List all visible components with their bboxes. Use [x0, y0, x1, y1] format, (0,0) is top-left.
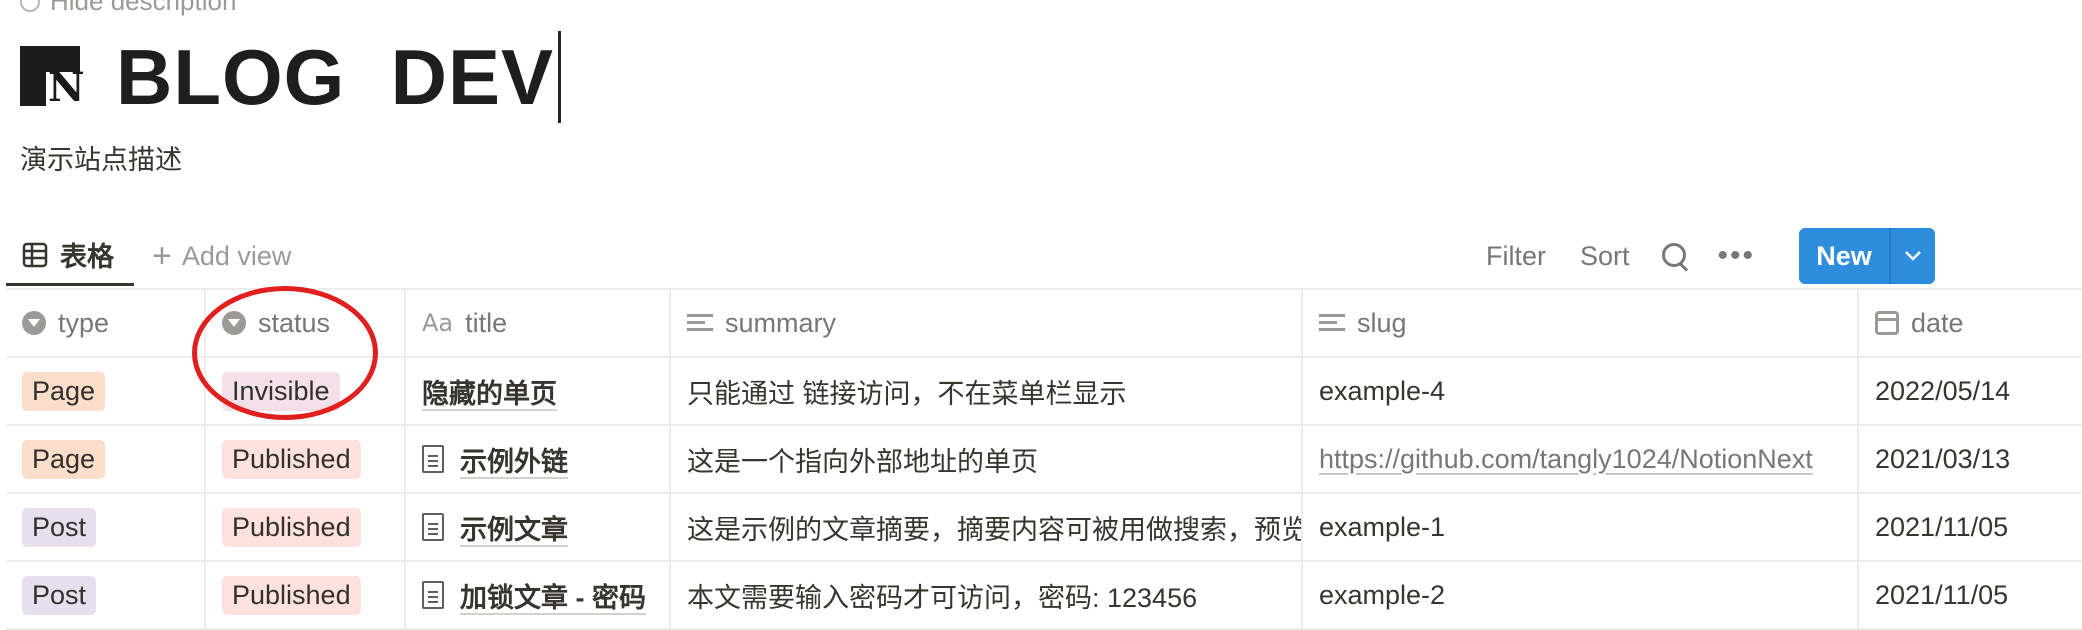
cell-slug[interactable]: example-2: [1303, 562, 1859, 628]
database-toolbar: Filter Sort ••• New: [1486, 226, 1936, 286]
cell-status[interactable]: Published: [206, 494, 406, 560]
cell-summary[interactable]: 只能通过 链接访问，不在菜单栏显示: [671, 358, 1303, 424]
info-icon: [20, 0, 40, 12]
column-header-title[interactable]: Aa title: [406, 290, 671, 356]
table-icon: [22, 242, 48, 267]
page-icon: [422, 581, 444, 609]
type-tag: Page: [22, 439, 106, 479]
table-row[interactable]: Post Published 加锁文章 - 密码 本文需要输入密码才可访问，密码…: [6, 562, 2082, 630]
cell-slug[interactable]: https://github.com/tangly1024/NotionNext: [1303, 426, 1859, 492]
new-button[interactable]: New: [1799, 228, 1889, 284]
table-row[interactable]: Page Published 示例外链 这是一个指向外部地址的单页 https:…: [6, 426, 2082, 494]
cell-title[interactable]: 示例外链: [406, 426, 671, 492]
status-badge: Published: [222, 507, 361, 547]
row-title[interactable]: 示例文章: [460, 508, 568, 547]
status-badge: Published: [222, 575, 361, 615]
sort-button[interactable]: Sort: [1580, 241, 1630, 272]
cell-summary[interactable]: 这是示例的文章摘要，摘要内容可被用做搜索，预览: [671, 494, 1303, 560]
calendar-icon: [1875, 311, 1899, 335]
cell-date[interactable]: 2021/03/13: [1859, 426, 2082, 492]
cell-type[interactable]: Post: [6, 494, 206, 560]
table-row[interactable]: Post Published 示例文章 这是示例的文章摘要，摘要内容可被用做搜索…: [6, 494, 2082, 562]
page-title[interactable]: BLOG DEV: [116, 32, 554, 122]
filter-button[interactable]: Filter: [1486, 241, 1546, 272]
annotation-circle: [192, 286, 378, 420]
view-bar: 表格 + Add view Filter Sort ••• New: [6, 226, 2082, 290]
cell-type[interactable]: Page: [6, 426, 206, 492]
page-icon: [422, 445, 444, 473]
cell-summary[interactable]: 本文需要输入密码才可访问，密码: 123456: [671, 562, 1303, 628]
cell-slug[interactable]: example-1: [1303, 494, 1859, 560]
cell-status[interactable]: Published: [206, 426, 406, 492]
type-tag: Page: [22, 371, 106, 411]
row-title[interactable]: 隐藏的单页: [422, 372, 557, 411]
cell-date[interactable]: 2021/11/05: [1859, 494, 2082, 560]
text-lines-icon: [687, 312, 713, 334]
cell-status[interactable]: Published: [206, 562, 406, 628]
text-lines-icon: [1319, 312, 1345, 334]
cell-slug[interactable]: example-4: [1303, 358, 1859, 424]
plus-icon: +: [152, 237, 172, 275]
cell-summary[interactable]: 这是一个指向外部地址的单页: [671, 426, 1303, 492]
slug-link[interactable]: https://github.com/tangly1024/NotionNext: [1319, 444, 1813, 475]
text-cursor: [558, 31, 562, 123]
tab-table-view[interactable]: 表格: [6, 226, 134, 286]
cell-title[interactable]: 示例文章: [406, 494, 671, 560]
text-aa-icon: Aa: [422, 309, 454, 337]
page-description[interactable]: 演示站点描述: [20, 138, 182, 177]
more-options-icon[interactable]: •••: [1718, 241, 1756, 271]
column-header-date[interactable]: date: [1859, 290, 2082, 356]
column-header-type[interactable]: type: [6, 290, 206, 356]
cell-date[interactable]: 2021/11/05: [1859, 562, 2082, 628]
cell-title[interactable]: 加锁文章 - 密码: [406, 562, 671, 628]
row-title[interactable]: 加锁文章 - 密码: [460, 576, 646, 615]
add-view-button[interactable]: + Add view: [152, 226, 291, 286]
row-title[interactable]: 示例外链: [460, 440, 568, 479]
add-view-label: Add view: [181, 240, 292, 271]
tab-table-label: 表格: [60, 242, 114, 272]
search-icon[interactable]: [1660, 241, 1690, 272]
new-dropdown-button[interactable]: [1891, 228, 1935, 284]
cell-title[interactable]: 隐藏的单页: [406, 358, 671, 424]
notion-logo-icon[interactable]: N: [20, 46, 85, 108]
chevron-down-icon: [1905, 251, 1921, 261]
cell-date[interactable]: 2022/05/14: [1859, 358, 2082, 424]
cell-type[interactable]: Page: [6, 358, 206, 424]
type-tag: Post: [22, 507, 97, 547]
cell-type[interactable]: Post: [6, 562, 206, 628]
status-badge: Published: [222, 439, 361, 479]
page-header: N BLOG DEV: [20, 31, 562, 123]
column-header-slug[interactable]: slug: [1303, 290, 1859, 356]
new-button-group: New: [1799, 228, 1936, 284]
column-header-summary[interactable]: summary: [671, 290, 1303, 356]
page-icon: [422, 513, 444, 541]
type-tag: Post: [22, 575, 97, 615]
select-icon: [22, 311, 46, 335]
hide-description-button[interactable]: Hide description: [20, 0, 236, 17]
hide-description-label: Hide description: [50, 0, 237, 16]
